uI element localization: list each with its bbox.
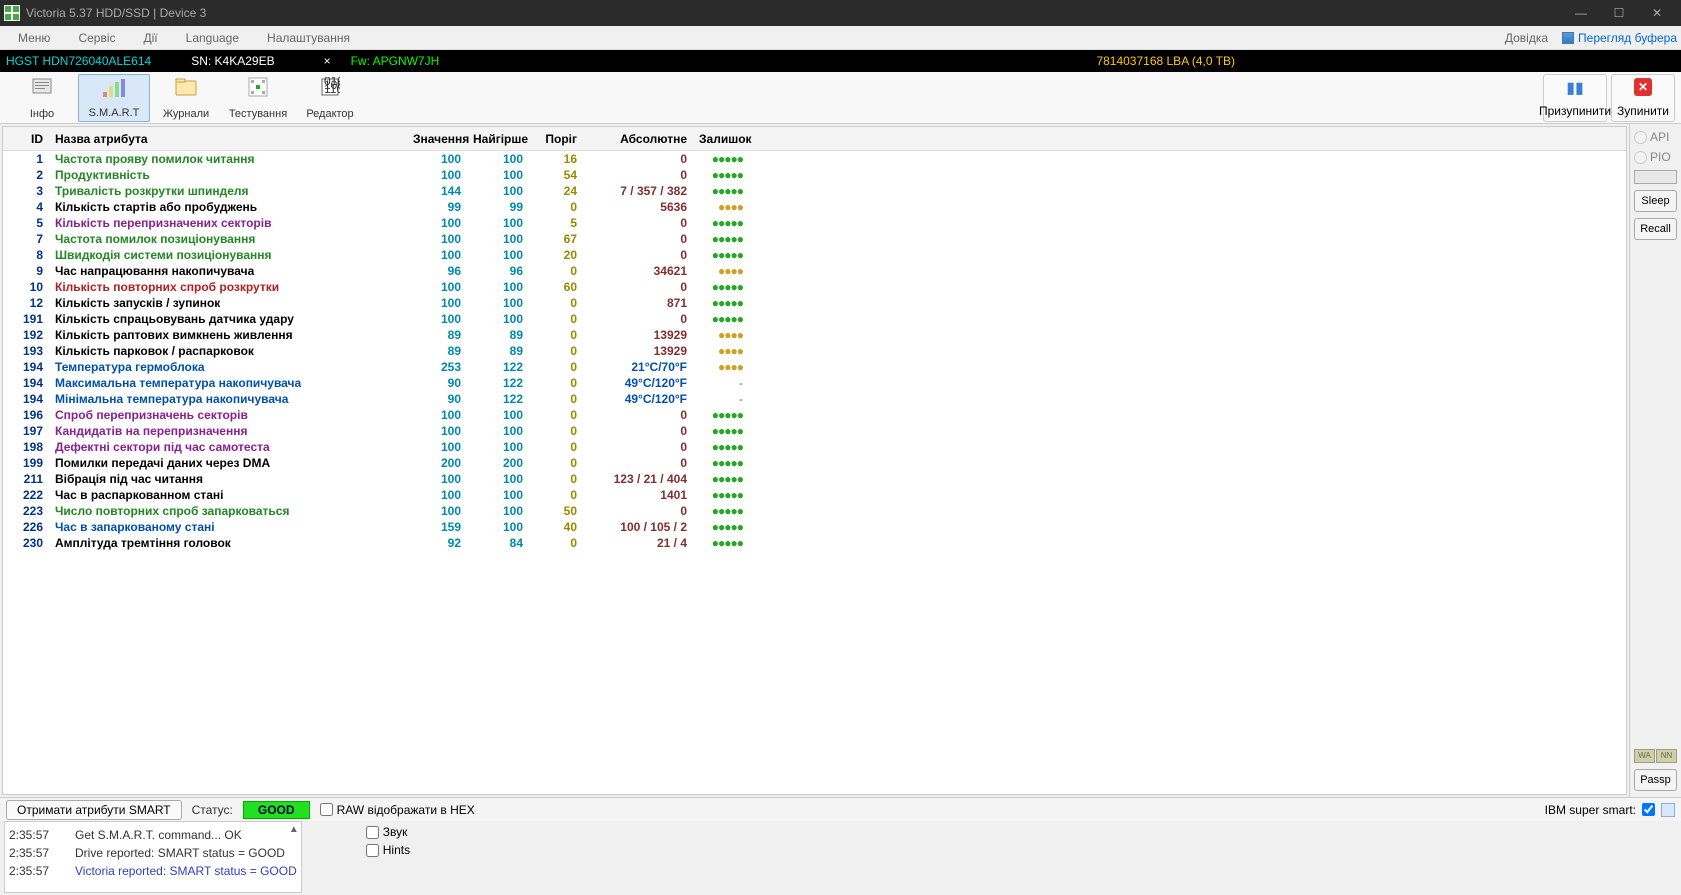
tab-smart[interactable]: S.M.A.R.T [78,74,150,122]
scroll-up-icon[interactable]: ▲ [289,824,299,835]
stop-icon: ✕ [1634,78,1652,96]
table-row[interactable]: 7Частота помилок позиціонування100100670… [3,231,1626,247]
recall-button[interactable]: Recall [1634,218,1677,240]
table-row[interactable]: 211Вібрація під час читання1001000123 / … [3,471,1626,487]
menu-item[interactable]: Сервіс [64,27,129,49]
menu-item[interactable]: Налаштування [253,27,364,49]
close-button[interactable]: ✕ [1645,3,1669,23]
bottom-bar: Отримати атрибути SMART Статус: GOOD RAW… [0,797,1681,821]
pause-icon: ▮▮ [1566,78,1584,98]
sound-checkbox[interactable]: Звук [366,825,408,839]
raw-hex-checkbox[interactable]: RAW відображати в HEX [320,803,475,817]
menubar: Меню Сервіс Дії Language Налаштування До… [0,26,1681,50]
side-badges: WANN [1634,749,1677,763]
table-row[interactable]: 194Температура гермоблока253122021°C/70°… [3,359,1626,375]
menu-item[interactable]: Language [172,27,253,49]
log-side-panel: Звук Hints [360,821,414,895]
table-row[interactable]: 194Максимальна температура накопичувача9… [3,375,1626,391]
status-value: GOOD [243,801,310,819]
table-row[interactable]: 5Кількість перепризначених секторів10010… [3,215,1626,231]
status-label: Статус: [192,803,233,817]
table-row[interactable]: 1Частота прояву помилок читання100100160… [3,151,1626,167]
table-row[interactable]: 10Кількість повторних спроб розкрутки100… [3,279,1626,295]
tab-editor[interactable]: 010010100011110101 Редактор [294,74,366,122]
minimize-button[interactable]: ― [1569,3,1593,23]
log-row: 2:35:57Get S.M.A.R.T. command... OK [9,826,297,844]
table-row[interactable]: 196Спроб перепризначень секторів10010000… [3,407,1626,423]
table-row[interactable]: 197Кандидатів на перепризначення10010000… [3,423,1626,439]
ibm-square-icon[interactable] [1661,803,1675,817]
menu-item[interactable]: Дії [130,27,172,49]
tab-info[interactable]: Інфо [6,74,78,122]
table-row[interactable]: 191Кількість спрацьовувань датчика удару… [3,311,1626,327]
drive-model: HGST HDN726040ALE614 [6,54,171,68]
ibm-checkbox[interactable] [1642,803,1655,816]
log-area: ▲ 2:35:57Get S.M.A.R.T. command... OK2:3… [4,821,302,893]
table-row[interactable]: 3Тривалість розкрутки шпинделя144100247 … [3,183,1626,199]
table-row[interactable]: 194Мінімальна температура накопичувача90… [3,391,1626,407]
menu-help[interactable]: Довідка [1491,27,1562,49]
api-radio[interactable]: API [1634,130,1677,144]
window-title: Victoria 5.37 HDD/SSD | Device 3 [26,6,1569,20]
app-icon [4,5,20,21]
table-header: ID Назва атрибута Значення Найгірше Порі… [3,127,1626,151]
sleep-button[interactable]: Sleep [1634,190,1677,212]
toolbar: Інфо S.M.A.R.T Журнали Тестування 010010… [0,72,1681,124]
side-panel: API PIO Sleep Recall WANN Passp [1629,124,1681,797]
drive-firmware: Fw: APGNW7JH [331,54,440,68]
get-smart-button[interactable]: Отримати атрибути SMART [6,800,182,820]
table-row[interactable]: 230Амплітуда тремтіння головок9284021 / … [3,535,1626,551]
table-row[interactable]: 9Час напрацювання накопичувача9696034621… [3,263,1626,279]
menu-item[interactable]: Меню [4,27,64,49]
drive-serial: SN: K4KA29EB [171,54,314,68]
table-row[interactable]: 193Кількість парковок / распарковок89890… [3,343,1626,359]
table-row[interactable]: 198Дефектні сектори під час самотеста100… [3,439,1626,455]
sn-close-icon[interactable]: × [315,54,331,68]
table-row[interactable]: 12Кількість запусків / зупинок1001000871… [3,295,1626,311]
smart-icon [102,77,126,99]
progress-bar [1634,170,1677,184]
pio-radio[interactable]: PIO [1634,150,1677,164]
table-row[interactable]: 4Кількість стартів або пробуджень9999056… [3,199,1626,215]
maximize-button[interactable]: ☐ [1607,3,1631,23]
table-row[interactable]: 2Продуктивність100100540●●●●● [3,167,1626,183]
drive-lba: 7814037168 LBA (4,0 TB) [1096,54,1235,68]
editor-icon: 010010100011110101 [318,76,342,98]
logs-icon [174,76,198,98]
tab-logs[interactable]: Журнали [150,74,222,122]
table-row[interactable]: 8Швидкодія системи позиціонування1001002… [3,247,1626,263]
buffer-icon [1562,32,1574,44]
svg-text:110101: 110101 [324,82,340,96]
stop-button[interactable]: ✕ Зупинити [1611,74,1675,122]
table-row[interactable]: 192Кількість раптових вимкнень живлення8… [3,327,1626,343]
tab-testing[interactable]: Тестування [222,74,294,122]
pause-button[interactable]: ▮▮ Призупинити [1543,74,1607,122]
table-row[interactable]: 226Час в запаркованому стані15910040100 … [3,519,1626,535]
drive-infobar: HGST HDN726040ALE614 SN: K4KA29EB × Fw: … [0,50,1681,72]
hints-checkbox[interactable]: Hints [366,843,408,857]
ibm-label: IBM super smart: [1545,803,1636,817]
smart-table: ID Назва атрибута Значення Найгірше Порі… [2,126,1627,795]
titlebar: Victoria 5.37 HDD/SSD | Device 3 ― ☐ ✕ [0,0,1681,26]
log-row: 2:35:57Drive reported: SMART status = GO… [9,844,297,862]
table-row[interactable]: 223Число повторних спроб запарковаться10… [3,503,1626,519]
testing-icon [246,76,270,98]
table-row[interactable]: 199Помилки передачі даних через DMA20020… [3,455,1626,471]
table-row[interactable]: 222Час в распаркованном стані10010001401… [3,487,1626,503]
log-row: 2:35:57Victoria reported: SMART status =… [9,862,297,880]
buffer-view-link[interactable]: Перегляд буфера [1578,31,1677,45]
passp-button[interactable]: Passp [1634,769,1677,791]
info-icon [30,76,54,98]
